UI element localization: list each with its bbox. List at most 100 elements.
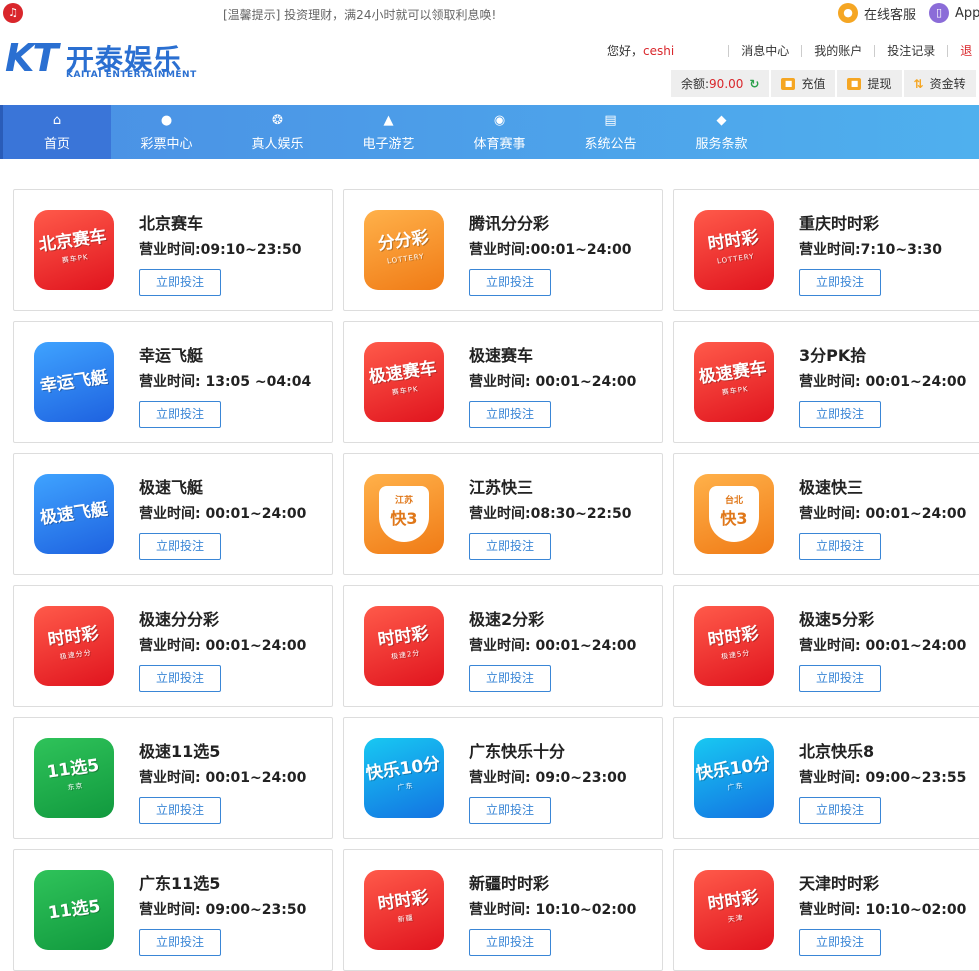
game-logo-icon[interactable]: 时时彩 新疆	[364, 870, 444, 950]
my-account-link[interactable]: 我的账户	[814, 42, 862, 59]
transfer-button[interactable]: ⇅ 资金转	[903, 70, 976, 97]
game-logo-icon[interactable]: 时时彩 极速分分	[34, 606, 114, 686]
game-card[interactable]: 时时彩 极速2分 极速2分彩 营业时间: 00:01~24:00 立即投注	[343, 585, 663, 707]
nav-home[interactable]: ⌂ 首页	[0, 105, 111, 159]
notice-icon: ▤	[604, 112, 617, 128]
bet-now-button[interactable]: 立即投注	[799, 401, 881, 428]
game-name[interactable]: 极速5分彩	[799, 606, 874, 630]
bet-now-button[interactable]: 立即投注	[799, 269, 881, 296]
refresh-icon[interactable]: ↻	[749, 77, 759, 91]
game-card[interactable]: 江苏 快3 江苏快三营业时间:08:30~22:50 立即投注	[343, 453, 663, 575]
game-name[interactable]: 天津时时彩	[799, 870, 879, 894]
bet-now-button[interactable]: 立即投注	[799, 533, 881, 560]
wallet-icon: ■	[847, 77, 862, 90]
game-name[interactable]: 极速快三	[799, 474, 863, 498]
online-service-label: 在线客服	[864, 7, 917, 23]
bet-now-button[interactable]: 立即投注	[799, 929, 881, 956]
game-card[interactable]: 时时彩 LOTTERY 重庆时时彩 营业时间:7:10~3:30 立即投注	[673, 189, 979, 311]
logo-mark: KT	[5, 36, 58, 80]
game-logo-icon[interactable]: 极速飞艇	[34, 474, 114, 554]
game-logo-icon[interactable]: 分分彩 LOTTERY	[364, 210, 444, 290]
game-logo-icon[interactable]: 快乐10分 广东	[694, 738, 774, 818]
bet-now-button[interactable]: 立即投注	[469, 929, 551, 956]
bet-now-button[interactable]: 立即投注	[139, 401, 221, 428]
bet-now-button[interactable]: 立即投注	[799, 665, 881, 692]
game-name[interactable]: 重庆时时彩	[799, 210, 879, 234]
game-card[interactable]: 时时彩 极速5分 极速5分彩 营业时间: 00:01~24:00 立即投注	[673, 585, 979, 707]
business-hours: 营业时间: 10:10~02:00	[799, 902, 967, 918]
bet-now-button[interactable]: 立即投注	[469, 533, 551, 560]
icon-label: 时时彩 极速分分	[46, 624, 102, 668]
nav-terms[interactable]: ◆ 服务条款	[666, 105, 777, 159]
game-card[interactable]: 台北 快3 极速快三 营业时间: 00:01~24:00 立即投注	[673, 453, 979, 575]
site-logo[interactable]: KT 开泰娱乐 KAITAI ENTERTAINMENT	[5, 36, 196, 86]
game-card[interactable]: 极速飞艇 极速飞艇 营业时间: 00:01~24:00 立即投注	[13, 453, 333, 575]
game-logo-icon[interactable]: 快乐10分 广东	[364, 738, 444, 818]
nav-live-casino[interactable]: ❂ 真人娱乐	[222, 105, 333, 159]
game-logo-icon[interactable]: 11选5	[34, 870, 114, 950]
divider	[947, 44, 949, 57]
game-name[interactable]: 广东快乐十分	[469, 738, 565, 762]
game-card[interactable]: 11选5 广东11选5 营业时间: 09:00~23:50 立即投注	[13, 849, 333, 971]
game-logo-icon[interactable]: 极速赛车 赛车PK	[364, 342, 444, 422]
bet-records-link[interactable]: 投注记录	[887, 42, 935, 59]
game-logo-icon[interactable]: 极速赛车 赛车PK	[694, 342, 774, 422]
online-service-link[interactable]: ● 在线客服	[838, 3, 916, 23]
business-hours: 营业时间:08:30~22:50	[469, 506, 632, 522]
bet-now-button[interactable]: 立即投注	[139, 269, 221, 296]
game-name[interactable]: 极速2分彩	[469, 606, 544, 630]
game-card[interactable]: 快乐10分 广东 北京快乐8 营业时间: 09:00~23:55 立即投注	[673, 717, 979, 839]
game-name[interactable]: 腾讯分分彩	[469, 210, 549, 234]
game-name[interactable]: 北京快乐8	[799, 738, 874, 762]
game-logo-icon[interactable]: 北京赛车 赛车PK	[34, 210, 114, 290]
game-card[interactable]: 极速赛车 赛车PK 3分PK拾 营业时间: 00:01~24:00 立即投注	[673, 321, 979, 443]
game-card[interactable]: 快乐10分 广东 广东快乐十分 营业时间: 09:0~23:00 立即投注	[343, 717, 663, 839]
game-logo-icon[interactable]: 时时彩 极速5分	[694, 606, 774, 686]
game-card[interactable]: 时时彩 天津 天津时时彩营业时间: 10:10~02:00 立即投注	[673, 849, 979, 971]
bet-now-button[interactable]: 立即投注	[469, 665, 551, 692]
game-card[interactable]: 时时彩 新疆 新疆时时彩 营业时间: 10:10~02:00 立即投注	[343, 849, 663, 971]
bet-now-button[interactable]: 立即投注	[469, 797, 551, 824]
bet-now-button[interactable]: 立即投注	[469, 401, 551, 428]
game-card[interactable]: 极速赛车 赛车PK 极速赛车 营业时间: 00:01~24:00 立即投注	[343, 321, 663, 443]
game-name[interactable]: 幸运飞艇	[139, 342, 203, 366]
game-card[interactable]: 11选5 东京 极速11选5 营业时间: 00:01~24:00 立即投注	[13, 717, 333, 839]
game-name[interactable]: 新疆时时彩	[469, 870, 549, 894]
game-name[interactable]: 北京赛车	[139, 210, 203, 234]
game-logo-icon[interactable]: 幸运飞艇	[34, 342, 114, 422]
game-card[interactable]: 分分彩 LOTTERY 腾讯分分彩 营业时间:00:01~24:00 立即投注	[343, 189, 663, 311]
withdraw-button[interactable]: ■ 提现	[837, 70, 902, 97]
game-card[interactable]: 幸运飞艇 幸运飞艇 营业时间: 13:05 ~04:04 立即投注	[13, 321, 333, 443]
game-logo-icon[interactable]: 时时彩 天津	[694, 870, 774, 950]
game-logo-icon[interactable]: 时时彩 极速2分	[364, 606, 444, 686]
game-name[interactable]: 极速11选5	[139, 738, 220, 762]
bet-now-button[interactable]: 立即投注	[139, 929, 221, 956]
nav-egames[interactable]: ▲ 电子游艺	[333, 105, 444, 159]
logout-link[interactable]: 退	[960, 42, 972, 59]
game-logo-icon[interactable]: 江苏 快3	[364, 474, 444, 554]
game-name[interactable]: 极速赛车	[469, 342, 533, 366]
bet-now-button[interactable]: 立即投注	[799, 797, 881, 824]
nav-announcements[interactable]: ▤ 系统公告	[555, 105, 666, 159]
game-logo-icon[interactable]: 11选5 东京	[34, 738, 114, 818]
game-name[interactable]: 江苏快三	[469, 474, 533, 498]
bet-now-button[interactable]: 立即投注	[139, 797, 221, 824]
nav-lottery[interactable]: ● 彩票中心	[111, 105, 222, 159]
game-card[interactable]: 北京赛车 赛车PK 北京赛车 营业时间:09:10~23:50 立即投注	[13, 189, 333, 311]
messages-link[interactable]: 消息中心	[741, 42, 789, 59]
bet-now-button[interactable]: 立即投注	[139, 665, 221, 692]
username[interactable]: ceshi	[643, 44, 674, 58]
bet-now-button[interactable]: 立即投注	[139, 533, 221, 560]
chip-icon: ❂	[272, 112, 283, 128]
game-name[interactable]: 极速飞艇	[139, 474, 203, 498]
game-name[interactable]: 3分PK拾	[799, 342, 866, 366]
game-logo-icon[interactable]: 台北 快3	[694, 474, 774, 554]
game-card[interactable]: 时时彩 极速分分 极速分分彩 营业时间: 00:01~24:00 立即投注	[13, 585, 333, 707]
game-logo-icon[interactable]: 时时彩 LOTTERY	[694, 210, 774, 290]
nav-sports[interactable]: ◉ 体育赛事	[444, 105, 555, 159]
deposit-button[interactable]: ■ 充值	[771, 70, 836, 97]
app-link[interactable]: ▯ App	[929, 3, 979, 23]
bet-now-button[interactable]: 立即投注	[469, 269, 551, 296]
game-name[interactable]: 极速分分彩	[139, 606, 219, 630]
game-name[interactable]: 广东11选5	[139, 870, 220, 894]
